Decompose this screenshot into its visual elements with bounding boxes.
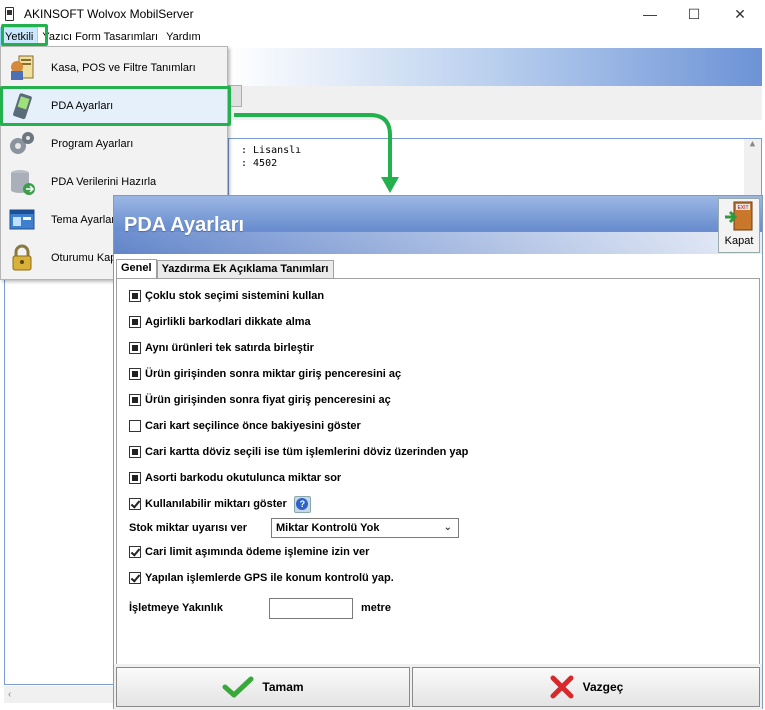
menu-item-label: Kasa, POS ve Filtre Tanımları	[51, 62, 196, 74]
option-checkbox[interactable]	[129, 572, 141, 584]
tab-genel[interactable]: Genel	[116, 259, 157, 278]
stock-warning-row: Stok miktar uyarısı ver Miktar Kontrolü …	[129, 517, 459, 539]
register-icon	[7, 53, 37, 83]
option-row[interactable]: Ürün girişinden sonra miktar giriş pence…	[129, 366, 401, 382]
option-checkbox[interactable]	[129, 394, 141, 406]
database-icon	[7, 167, 37, 197]
option-label: Asorti barkodu okutulunca miktar sor	[145, 472, 342, 484]
lock-icon	[7, 243, 37, 273]
dialog-footer: Tamam Vazgeç	[114, 664, 762, 710]
option-checkbox[interactable]	[129, 498, 141, 510]
app-icon	[5, 7, 14, 21]
tab-yazdirma-ek-aciklama[interactable]: Yazdırma Ek Açıklama Tanımları	[156, 260, 334, 278]
annotation-arrow-icon	[234, 113, 399, 193]
help-icon[interactable]: ?	[293, 495, 311, 513]
highlight-yetkili	[1, 24, 48, 46]
option-checkbox[interactable]	[129, 472, 141, 484]
theme-icon	[7, 205, 37, 235]
option-label: Çoklu stok seçimi sistemini kullan	[145, 290, 325, 302]
chevron-down-icon: ⌄	[443, 522, 452, 533]
option-label: Cari limit aşımında ödeme işlemine izin …	[145, 546, 370, 558]
option-row[interactable]: Asorti barkodu okutulunca miktar sor	[129, 470, 341, 486]
title-bar: AKINSOFT Wolvox MobilServer — ☐ ✕	[0, 0, 765, 28]
option-row[interactable]: Cari kartta döviz seçili ise tüm işlemle…	[129, 444, 468, 460]
dialog-title: PDA Ayarları	[124, 214, 245, 236]
option-row[interactable]: Ürün girişinden sonra fiyat giriş pencer…	[129, 392, 391, 408]
option-label: Aynı ürünleri tek satırda birleştir	[145, 342, 314, 354]
close-window-button[interactable]: ✕	[717, 0, 763, 28]
stock-warning-value: Miktar Kontrolü Yok	[276, 522, 380, 534]
option-checkbox[interactable]	[129, 290, 141, 302]
option-label: Ürün girişinden sonra fiyat giriş pencer…	[145, 394, 391, 406]
minimize-button[interactable]: —	[627, 0, 673, 28]
option-checkbox[interactable]	[129, 342, 141, 354]
vazgec-button[interactable]: Vazgeç	[412, 667, 760, 707]
menu-item-program-ayarlari[interactable]: Program Ayarları	[1, 125, 227, 163]
dialog-header: PDA Ayarları EXIT Kapat	[114, 196, 762, 254]
stock-warning-label: Stok miktar uyarısı ver	[129, 522, 248, 534]
option-row[interactable]: Yapılan işlemlerde GPS ile konum kontrol…	[129, 570, 394, 586]
kapat-button[interactable]: EXIT Kapat	[718, 198, 760, 253]
menu-yazici-form[interactable]: Yazıcı Form Tasarımları	[38, 28, 162, 46]
cross-icon	[550, 675, 574, 699]
kapat-label: Kapat	[724, 235, 754, 247]
distance-input[interactable]	[269, 597, 353, 619]
console-scrollbar[interactable]: ▲	[744, 139, 761, 197]
menu-item-label: PDA Verilerini Hazırla	[51, 176, 157, 188]
tab-panel-genel: Çoklu stok seçimi sistemini kullan Agirli…	[116, 278, 760, 666]
distance-unit: metre	[361, 602, 391, 614]
option-label: Yapılan işlemlerde GPS ile konum kontrol…	[145, 572, 394, 584]
highlight-pda-ayarlari	[0, 86, 231, 126]
maximize-button[interactable]: ☐	[671, 0, 717, 28]
tamam-label: Tamam	[262, 680, 304, 694]
option-label: Cari kartta döviz seçili ise tüm işlemle…	[145, 446, 469, 458]
option-checkbox[interactable]	[129, 420, 141, 432]
exit-door-icon: EXIT	[725, 201, 753, 231]
horizontal-scrollbar[interactable]: ‹	[4, 686, 114, 703]
checkmark-icon	[222, 676, 254, 698]
pda-settings-dialog: PDA Ayarları EXIT Kapat Genel Yazdırma E…	[113, 195, 763, 710]
vazgec-label: Vazgeç	[582, 680, 624, 694]
menu-bar: Yetkili Yazıcı Form Tasarımları Yardım	[0, 27, 765, 47]
left-panel	[4, 280, 114, 685]
option-checkbox[interactable]	[129, 368, 141, 380]
option-label: Kullanılabilir miktarı göster	[145, 498, 287, 510]
option-label: Ürün girişinden sonra miktar giriş pence…	[145, 368, 402, 380]
option-row[interactable]: Çoklu stok seçimi sistemini kullan	[129, 288, 324, 304]
distance-label: İşletmeye Yakınlık	[129, 602, 223, 614]
distance-row: İşletmeye Yakınlık metre	[129, 597, 391, 619]
menu-item-kasa[interactable]: Kasa, POS ve Filtre Tanımları	[1, 49, 227, 87]
exit-sign: EXIT	[737, 205, 748, 211]
tab-strip: Genel Yazdırma Ek Açıklama Tanımları	[116, 259, 334, 278]
menu-yardim[interactable]: Yardım	[162, 28, 205, 46]
option-row[interactable]: Agirlikli barkodlari dikkate alma	[129, 314, 311, 330]
option-row[interactable]: Kullanılabilir miktarı göster?	[129, 495, 311, 513]
option-label: Agirlikli barkodlari dikkate alma	[145, 316, 311, 328]
menu-item-label: Tema Ayarları	[51, 214, 119, 226]
window-title: AKINSOFT Wolvox MobilServer	[24, 7, 194, 21]
question-mark-icon: ?	[296, 498, 309, 510]
gears-icon	[7, 129, 37, 159]
tamam-button[interactable]: Tamam	[116, 667, 410, 707]
option-label: Cari kart seçilince önce bakiyesini göst…	[145, 420, 361, 432]
option-checkbox[interactable]	[129, 546, 141, 558]
option-row[interactable]: Cari kart seçilince önce bakiyesini göst…	[129, 418, 361, 434]
option-checkbox[interactable]	[129, 316, 141, 328]
option-row[interactable]: Aynı ürünleri tek satırda birleştir	[129, 340, 314, 356]
header-band	[228, 48, 762, 86]
stock-warning-select[interactable]: Miktar Kontrolü Yok ⌄	[271, 518, 459, 538]
option-checkbox[interactable]	[129, 446, 141, 458]
option-row[interactable]: Cari limit aşımında ödeme işlemine izin …	[129, 544, 369, 560]
menu-item-label: Program Ayarları	[51, 138, 134, 150]
